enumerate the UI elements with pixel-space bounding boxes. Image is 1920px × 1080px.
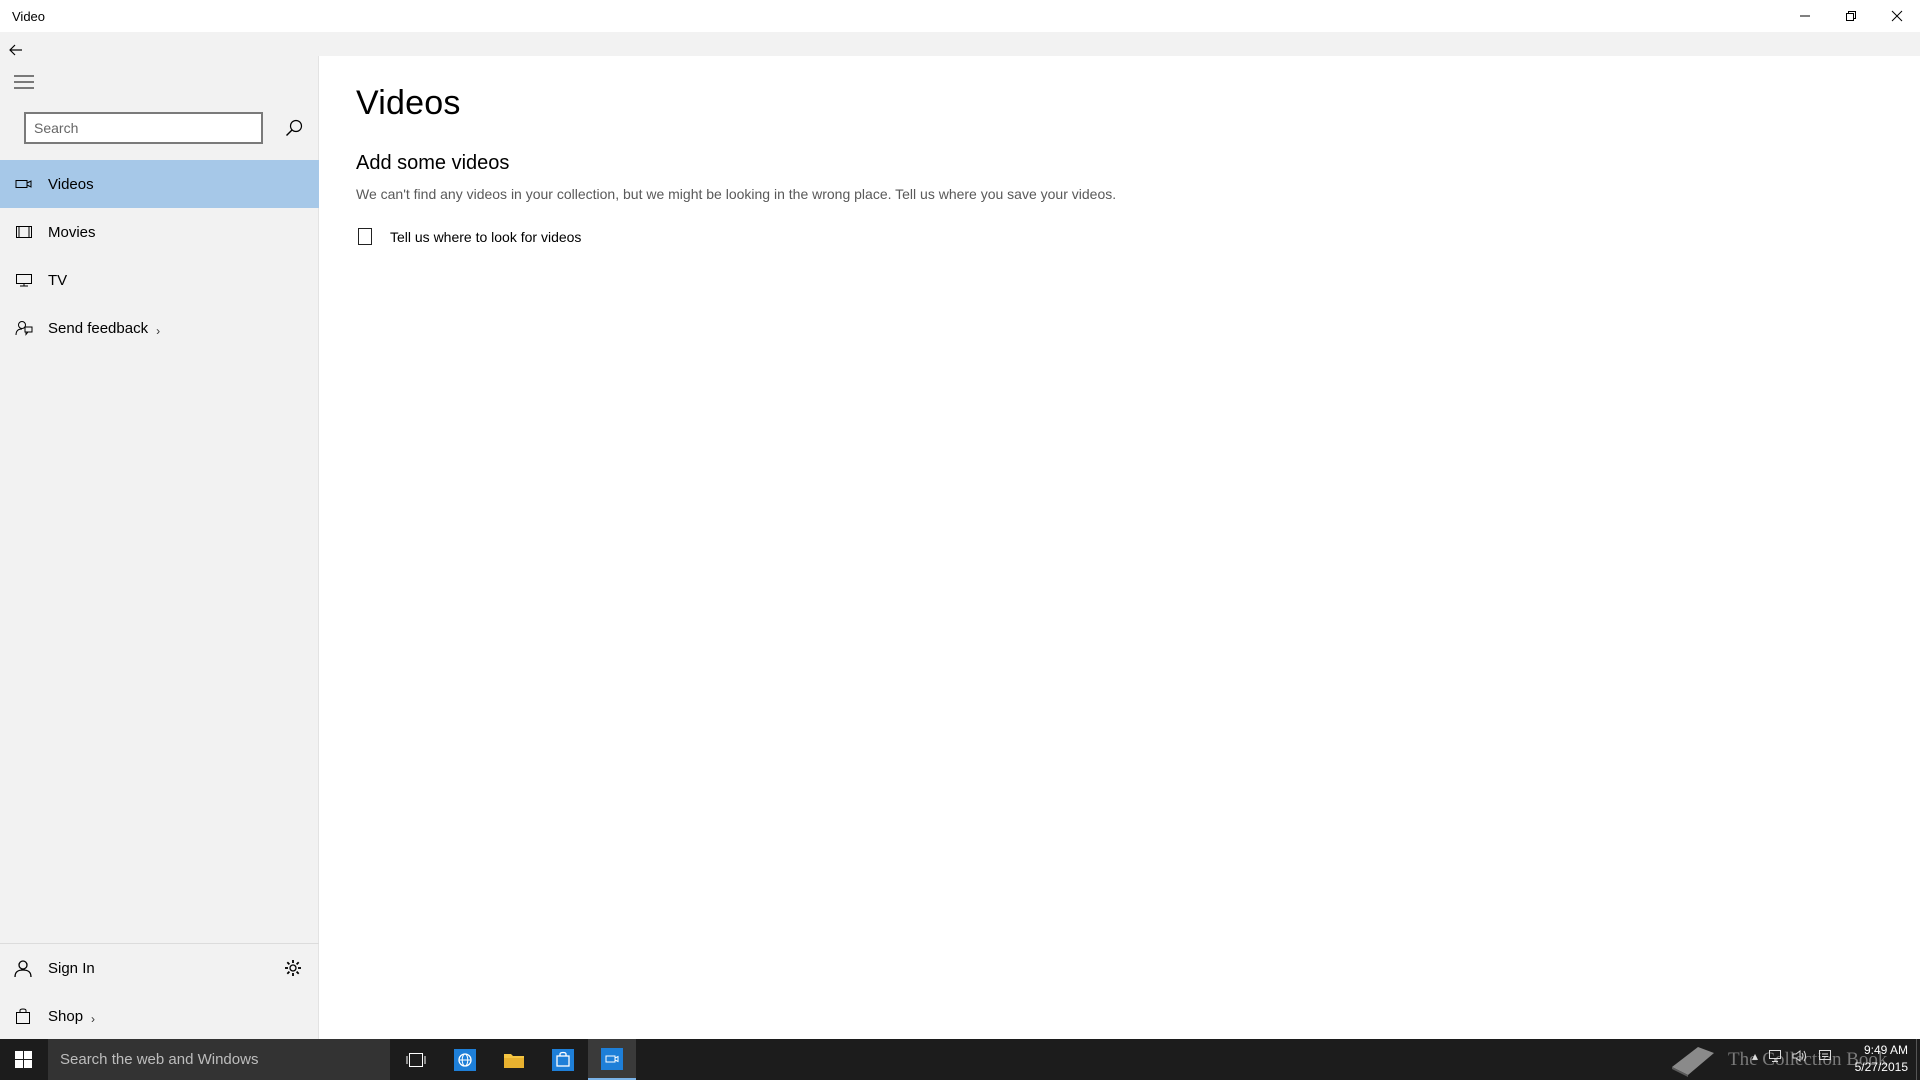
taskbar-search-box[interactable]: Search the web and Windows [48,1039,390,1080]
sidebar-bottom: Sign In Shop › [0,943,319,1040]
hamburger-icon [14,75,34,89]
shopping-bag-icon [11,1005,35,1027]
minimize-icon [1800,15,1810,17]
browser-globe-icon [454,1048,476,1071]
section-title: Add some videos [356,152,510,174]
nav-list: Videos Movies TV Send feedback › [0,160,319,352]
window-title: Video [12,8,46,24]
clock-date: 5/27/2015 [1854,1060,1908,1074]
shop-button[interactable]: Shop › [0,992,319,1040]
folder-icon [504,1053,524,1068]
taskbar-file-explorer-button[interactable] [490,1039,538,1080]
sidebar: Videos Movies TV Send feedback › [0,56,319,1039]
sidebar-item-label: Videos [48,175,94,193]
taskbar: Search the web and Windows The Collectio… [0,1039,1920,1080]
settings-button[interactable] [281,956,305,980]
sidebar-item-label: Movies [48,223,96,241]
search-input[interactable] [26,114,261,142]
sidebar-item-tv[interactable]: TV [0,256,319,304]
restore-button[interactable] [1828,0,1874,32]
page-title: Videos [356,84,461,122]
search-box [24,112,263,144]
search-button[interactable] [280,114,308,142]
video-camera-icon [12,174,36,194]
start-button[interactable] [0,1039,46,1080]
clock[interactable]: 9:49 AM 5/27/2015 [1848,1042,1908,1076]
choose-folders-link[interactable]: Tell us where to look for videos [356,228,581,245]
taskbar-video-app-button[interactable] [588,1039,636,1080]
network-icon[interactable] [1768,1049,1782,1066]
hamburger-menu-button[interactable] [10,70,38,94]
folder-icon [358,228,372,245]
main-content: Videos Add some videos We can't find any… [320,56,1920,1039]
task-view-button[interactable] [392,1039,440,1080]
window-controls [1782,0,1920,32]
volume-icon[interactable] [1792,1049,1808,1066]
taskbar-search-text: Search the web and Windows [60,1051,259,1068]
task-view-icon [406,1052,426,1067]
sidebar-item-send-feedback[interactable]: Send feedback › [0,304,319,352]
gear-icon [285,960,301,976]
title-bar: Video [0,0,1920,32]
show-desktop-button[interactable] [1916,1039,1920,1080]
feedback-icon [12,318,36,338]
person-icon [11,957,35,979]
film-icon [12,222,36,242]
tv-icon [12,270,36,290]
section-description: We can't find any videos in your collect… [356,186,1117,202]
store-bag-icon [552,1048,574,1071]
sidebar-item-videos[interactable]: Videos [0,160,319,208]
minimize-button[interactable] [1782,0,1828,32]
close-button[interactable] [1874,0,1920,32]
sidebar-item-label: TV [48,271,68,289]
video-app-icon [601,1047,623,1070]
system-tray: ▴ [1752,1049,1832,1066]
sign-in-button[interactable]: Sign In [0,944,319,992]
search-icon [286,119,303,136]
restore-icon [1846,11,1856,21]
clock-time: 9:49 AM [1863,1043,1908,1057]
taskbar-store-button[interactable] [539,1039,587,1080]
chevron-up-icon[interactable]: ▴ [1752,1049,1758,1066]
back-arrow-icon [9,44,22,56]
book-logo-icon [1672,1047,1714,1077]
sign-in-label: Sign In [48,959,95,977]
taskbar-browser-button[interactable] [441,1039,489,1080]
action-center-icon[interactable] [1818,1049,1832,1066]
sidebar-item-movies[interactable]: Movies [0,208,319,256]
sidebar-item-label: Send feedback [48,319,149,337]
choose-folders-label: Tell us where to look for videos [390,228,582,245]
close-icon [1891,10,1903,22]
back-strip [0,32,1920,56]
chevron-right-icon: › [91,1012,96,1026]
chevron-right-icon: › [156,324,161,338]
windows-logo-icon [14,1051,32,1068]
shop-label: Shop [48,1007,84,1025]
